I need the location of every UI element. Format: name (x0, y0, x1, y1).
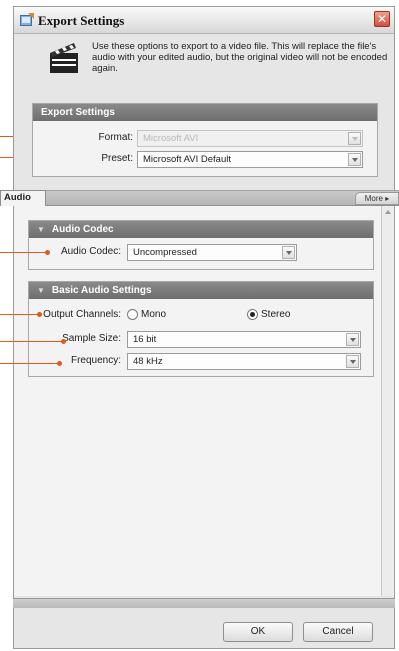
audio-codec-header[interactable]: ▼ Audio Codec (29, 221, 373, 238)
cancel-button[interactable]: Cancel (303, 622, 373, 642)
vertical-scrollbar[interactable] (381, 206, 393, 596)
basic-audio-header-label: Basic Audio Settings (51, 285, 152, 296)
basic-audio-settings-header[interactable]: ▼ Basic Audio Settings (29, 282, 373, 299)
format-label: Format: (98, 132, 133, 143)
info-text: Use these options to export to a video f… (92, 41, 388, 74)
callout-output-channels-dot (37, 312, 42, 317)
mono-label[interactable]: Mono (141, 309, 166, 320)
ok-button[interactable]: OK (223, 622, 293, 642)
preset-value: Microsoft AVI Default (143, 154, 231, 165)
info-section: Use these options to export to a video f… (48, 37, 388, 101)
dialog-title: Export Settings (38, 13, 125, 28)
audio-codec-value: Uncompressed (133, 247, 197, 258)
callout-output-channels (0, 314, 40, 315)
more-tab-button[interactable]: More ▸ (355, 192, 399, 205)
close-button[interactable]: ✕ (374, 11, 390, 27)
scroll-up-icon[interactable] (382, 206, 393, 217)
collapse-arrow-icon: ▼ (37, 286, 45, 295)
audio-codec-panel: ▼ Audio Codec Audio Codec: Uncompressed (28, 220, 374, 270)
output-channels-label: Output Channels: (43, 309, 121, 320)
callout-frequency-dot (57, 361, 62, 366)
sample-size-label: Sample Size: (62, 333, 121, 344)
callout-audio-codec-dot (45, 250, 50, 255)
export-settings-panel: Export Settings Format: Microsoft AVI Pr… (32, 103, 378, 177)
basic-audio-settings-panel: ▼ Basic Audio Settings Output Channels: M… (28, 281, 374, 377)
tab-strip (0, 190, 399, 206)
frequency-label: Frequency: (70, 355, 121, 366)
dropdown-arrow-icon (346, 355, 359, 368)
callout-audio-codec (0, 252, 48, 253)
footer-separator (13, 598, 395, 608)
callout-frequency (0, 363, 60, 364)
preset-dropdown[interactable]: Microsoft AVI Default (137, 151, 363, 168)
dropdown-arrow-icon (282, 246, 295, 259)
mono-radio[interactable] (127, 309, 138, 320)
dropdown-arrow-icon (348, 132, 361, 145)
sample-size-dropdown[interactable]: 16 bit (127, 331, 361, 348)
stereo-label[interactable]: Stereo (261, 309, 290, 320)
callout-sample-size-dot (61, 339, 66, 344)
frequency-value: 48 kHz (133, 356, 163, 367)
close-icon: ✕ (376, 12, 388, 26)
audio-codec-header-label: Audio Codec (51, 224, 114, 235)
collapse-arrow-icon: ▼ (37, 225, 45, 234)
callout-sample-size (0, 341, 64, 342)
title-bar[interactable]: Export Settings ✕ (14, 7, 394, 34)
preset-label: Preset: (101, 153, 133, 164)
export-settings-header: Export Settings (33, 104, 377, 121)
frequency-dropdown[interactable]: 48 kHz (127, 353, 361, 370)
format-dropdown[interactable]: Microsoft AVI (137, 130, 363, 147)
export-settings-icon (20, 13, 34, 26)
sample-size-value: 16 bit (133, 334, 157, 345)
dropdown-arrow-icon (346, 333, 359, 346)
film-clapper-icon (50, 43, 78, 73)
tab-audio[interactable]: Audio (0, 190, 46, 206)
audio-codec-dropdown[interactable]: Uncompressed (127, 244, 297, 261)
format-value: Microsoft AVI (143, 133, 199, 144)
stereo-radio[interactable] (247, 309, 258, 320)
dropdown-arrow-icon (348, 153, 361, 166)
